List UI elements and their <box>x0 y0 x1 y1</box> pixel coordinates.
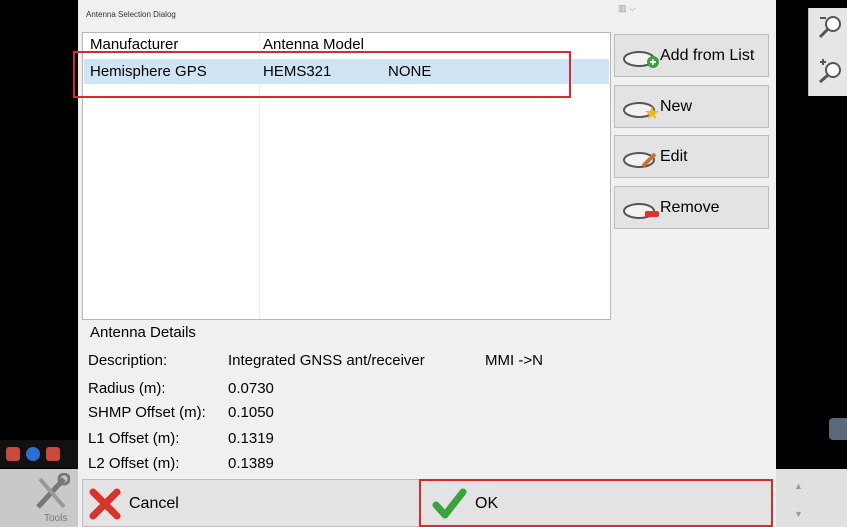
description-extra: MMI ->N <box>485 352 543 369</box>
edit-icon <box>623 152 657 168</box>
scroll-up-icon[interactable]: ▲ <box>794 481 803 491</box>
remove-icon <box>623 203 659 219</box>
cancel-x-icon <box>89 488 121 520</box>
new-button[interactable]: New <box>614 85 769 128</box>
tools-button[interactable]: Tools <box>0 469 78 527</box>
remove-button[interactable]: Remove <box>614 186 769 229</box>
scroll-arrows: ▲ ▼ <box>776 469 847 527</box>
add-from-list-icon <box>623 51 659 68</box>
zoom-in-icon[interactable] <box>817 58 843 84</box>
new-icon <box>623 102 659 119</box>
status-icon[interactable] <box>46 447 60 461</box>
l1-offset-value: 0.1319 <box>228 430 274 447</box>
zoom-out-icon[interactable] <box>817 14 843 40</box>
dialog-title: Antenna Selection Dialog <box>86 10 176 19</box>
scroll-down-icon[interactable]: ▼ <box>794 509 803 519</box>
antenna-details-title: Antenna Details <box>90 324 196 341</box>
highlight-selected-row <box>73 51 571 98</box>
l1-offset-label: L1 Offset (m): <box>88 430 180 447</box>
description-label: Description: <box>88 352 168 369</box>
l2-offset-label: L2 Offset (m): <box>88 455 180 472</box>
description-value: Integrated GNSS ant/receiver <box>228 352 425 369</box>
add-from-list-label: Add from List <box>660 47 755 64</box>
cancel-button[interactable]: Cancel <box>82 479 420 527</box>
cancel-label: Cancel <box>129 495 179 512</box>
edit-label: Edit <box>660 148 688 165</box>
radius-value: 0.0730 <box>228 380 274 397</box>
add-from-list-button[interactable]: Add from List <box>614 34 769 77</box>
edit-button[interactable]: Edit <box>614 135 769 178</box>
l2-offset-value: 0.1389 <box>228 455 274 472</box>
tools-label: Tools <box>44 513 68 524</box>
bluetooth-icon[interactable] <box>26 447 40 461</box>
zoom-toolbar <box>808 8 847 96</box>
side-tab[interactable] <box>829 418 847 440</box>
remove-label: Remove <box>660 199 720 216</box>
shmp-offset-value: 0.1050 <box>228 404 274 421</box>
radius-label: Radius (m): <box>88 380 166 397</box>
highlight-ok-button <box>419 479 773 527</box>
app-icon[interactable] <box>6 447 20 461</box>
title-menu-icon[interactable]: ▥ ⌵ <box>618 3 636 14</box>
new-label: New <box>660 98 693 115</box>
shmp-offset-label: SHMP Offset (m): <box>88 404 206 421</box>
tools-icon <box>36 473 70 509</box>
taskbar <box>0 440 78 468</box>
